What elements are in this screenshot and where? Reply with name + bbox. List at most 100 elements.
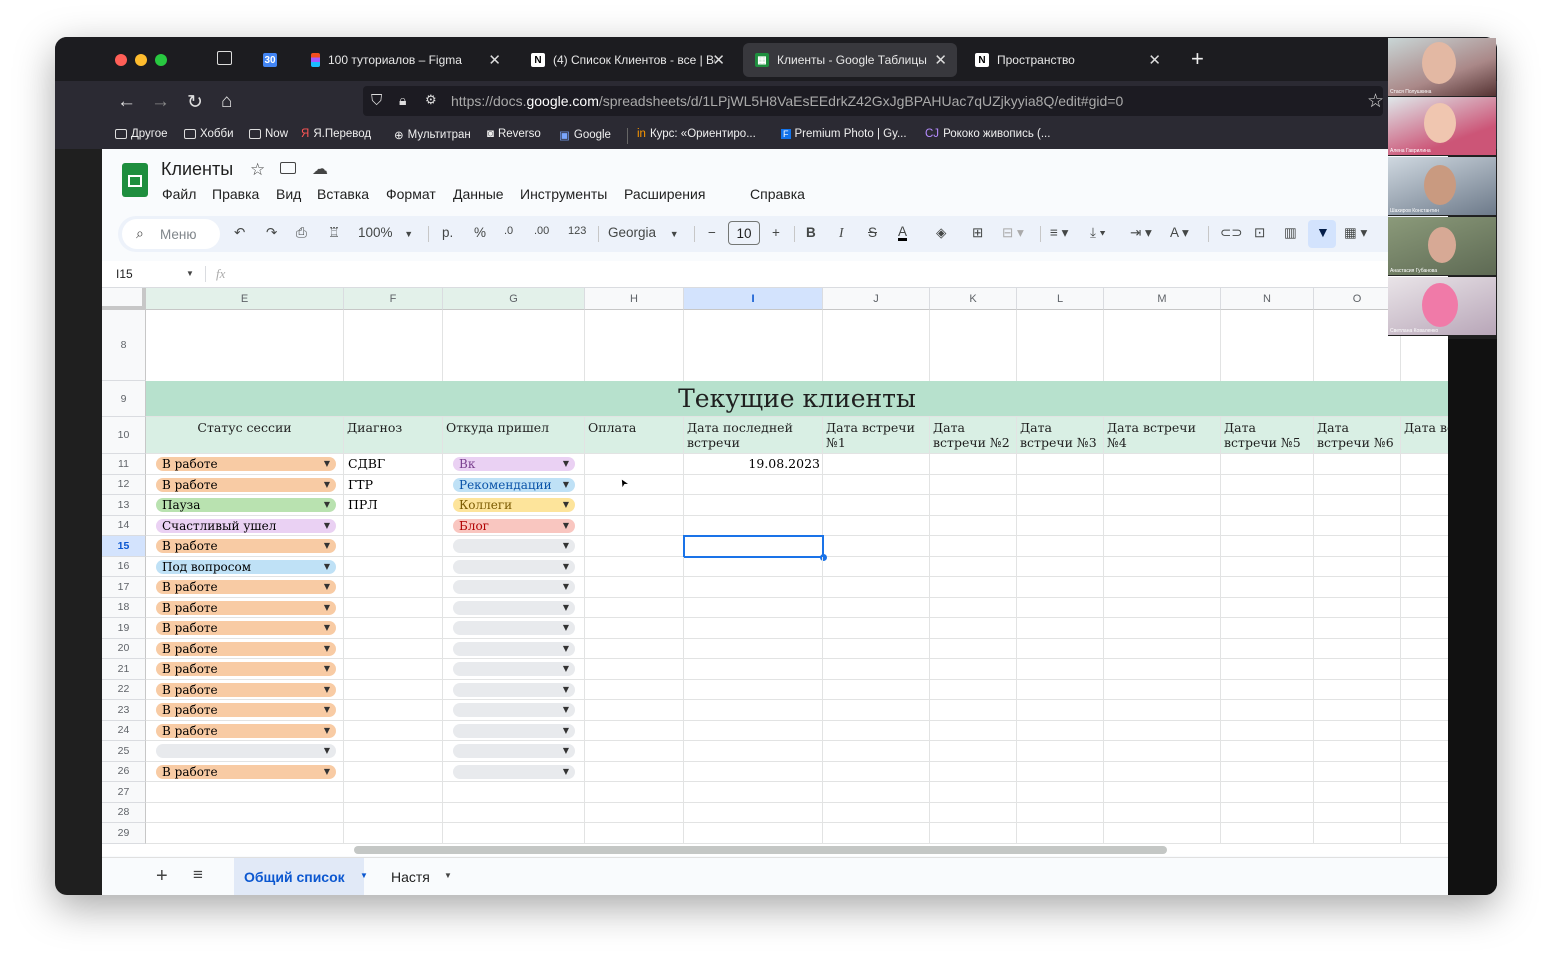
grid-cell[interactable] [1104, 536, 1221, 557]
grid-cell[interactable] [1221, 761, 1314, 782]
grid-cell[interactable] [1017, 679, 1104, 700]
source-chip[interactable]: Коллеги ▼ [453, 498, 575, 512]
decrease-decimal-button[interactable]: .0 [504, 225, 513, 237]
menu-help[interactable]: Справка [750, 186, 805, 202]
grid-cell[interactable] [930, 577, 1017, 598]
grid-cell[interactable] [1221, 515, 1314, 536]
tab-calendar[interactable]: 30 [251, 43, 285, 77]
grid-cell[interactable] [1104, 638, 1221, 659]
column-header[interactable]: N [1221, 288, 1314, 310]
horizontal-scrollbar[interactable] [354, 846, 1167, 854]
grid-cell[interactable] [1017, 454, 1104, 475]
grid-cell[interactable] [930, 761, 1017, 782]
grid-cell[interactable] [930, 515, 1017, 536]
increase-decimal-button[interactable]: .00 [534, 225, 549, 237]
grid-cell[interactable] [1401, 803, 1448, 823]
all-sheets-icon[interactable]: ≡ [193, 865, 203, 885]
row-header[interactable]: 14 [102, 515, 146, 536]
grid-cell[interactable] [1401, 618, 1448, 639]
grid-cell[interactable] [1314, 556, 1401, 577]
bookmark-folder[interactable]: Now [249, 128, 288, 140]
grid-cell[interactable] [146, 782, 344, 803]
grid-cell[interactable] [1017, 556, 1104, 577]
grid-cell[interactable] [930, 782, 1017, 803]
decrease-font-size-button[interactable]: − [708, 225, 716, 240]
source-chip[interactable]: ▼ [453, 559, 575, 574]
grid-cell[interactable] [1401, 721, 1448, 741]
text-wrap-icon[interactable]: ⇥ ▾ [1130, 225, 1152, 241]
column-header[interactable]: J [823, 288, 930, 310]
tab-notion-clients[interactable]: N (4) Список Клиентов - все | Bo ✕ [519, 43, 735, 77]
grid-cell[interactable] [684, 761, 823, 782]
sheets-logo-icon[interactable] [122, 163, 148, 197]
grid-cell[interactable] [344, 536, 443, 557]
row-header[interactable]: 15 [102, 536, 146, 557]
grid-cell[interactable] [585, 720, 684, 741]
grid-cell[interactable] [1314, 454, 1401, 475]
grid-cell[interactable] [1104, 618, 1221, 639]
grid-cell[interactable] [930, 454, 1017, 475]
grid-cell[interactable] [1314, 659, 1401, 680]
status-chip[interactable]: В работе ▼ [156, 641, 336, 656]
grid-cell[interactable] [344, 823, 443, 844]
grid-cell[interactable] [823, 556, 930, 577]
horizontal-align-icon[interactable]: ≡ ▾ [1050, 225, 1068, 241]
grid-cell[interactable] [1221, 556, 1314, 577]
grid-cell[interactable] [930, 618, 1017, 639]
chevron-down-icon[interactable]: ▼ [444, 871, 452, 880]
grid-cell[interactable] [1017, 618, 1104, 639]
address-bar[interactable]: ⛉ 🔒︎ ⚙ https://docs.google.com/spreadshe… [363, 86, 1383, 116]
grid-cell[interactable] [684, 823, 823, 844]
grid-cell[interactable] [684, 597, 823, 618]
grid-cell[interactable] [823, 597, 930, 618]
insert-comment-icon[interactable]: ⊡ [1254, 225, 1265, 241]
grid-cell[interactable] [1401, 782, 1448, 803]
grid-cell[interactable] [1221, 618, 1314, 639]
column-header[interactable]: I [684, 288, 823, 310]
source-chip[interactable]: ▼ [453, 703, 575, 717]
grid-cell[interactable] [930, 700, 1017, 721]
bookmark-folder[interactable]: Другое [115, 128, 168, 140]
grid-cell[interactable] [1401, 536, 1448, 557]
grid-cell[interactable] [684, 310, 823, 381]
grid-cell[interactable] [930, 310, 1017, 381]
name-box[interactable]: I15 ▼ [108, 261, 196, 287]
column-header[interactable]: G [443, 288, 585, 310]
forward-icon[interactable]: → [151, 91, 170, 113]
grid-cell[interactable] [1017, 495, 1104, 516]
grid-cell[interactable] [684, 556, 823, 577]
grid-cell[interactable] [1104, 741, 1221, 762]
grid-cell[interactable] [585, 474, 684, 495]
source-chip[interactable]: Рекомендации ▼ [453, 477, 575, 492]
grid-cell[interactable] [1314, 720, 1401, 741]
row-header[interactable]: 17 [102, 577, 146, 598]
filter-views-icon[interactable]: ▦ ▾ [1344, 225, 1367, 241]
text-rotate-icon[interactable]: A ▾ [1170, 225, 1189, 241]
new-tab-icon[interactable]: + [1191, 46, 1204, 72]
grid-cell[interactable] [823, 454, 930, 475]
grid-cell[interactable] [1401, 823, 1448, 844]
grid-cell[interactable] [1401, 475, 1448, 495]
grid-cell[interactable] [1104, 454, 1221, 475]
row-header[interactable]: 11 [102, 454, 146, 475]
row-header[interactable]: 9 [102, 381, 146, 417]
grid-cell[interactable] [1017, 659, 1104, 680]
column-header[interactable]: H [585, 288, 684, 310]
grid-cell[interactable] [1017, 720, 1104, 741]
grid-cell[interactable] [1401, 659, 1448, 680]
row-header[interactable]: 29 [102, 823, 146, 844]
grid-cell[interactable] [684, 782, 823, 803]
grid-cell[interactable] [930, 638, 1017, 659]
grid-cell[interactable] [1314, 536, 1401, 557]
strikethrough-icon[interactable]: S [868, 225, 877, 240]
status-chip[interactable]: В работе ▼ [156, 682, 336, 697]
filter-button[interactable]: ▼ [1308, 220, 1336, 248]
grid-cell[interactable] [823, 536, 930, 557]
grid-cell[interactable] [1017, 761, 1104, 782]
bold-button[interactable]: B [806, 225, 816, 240]
grid-cell[interactable] [1104, 597, 1221, 618]
menu-tools[interactable]: Инструменты [520, 186, 607, 202]
add-sheet-icon[interactable]: + [156, 865, 168, 888]
grid-cell[interactable] [1401, 639, 1448, 659]
grid-cell[interactable] [930, 823, 1017, 844]
